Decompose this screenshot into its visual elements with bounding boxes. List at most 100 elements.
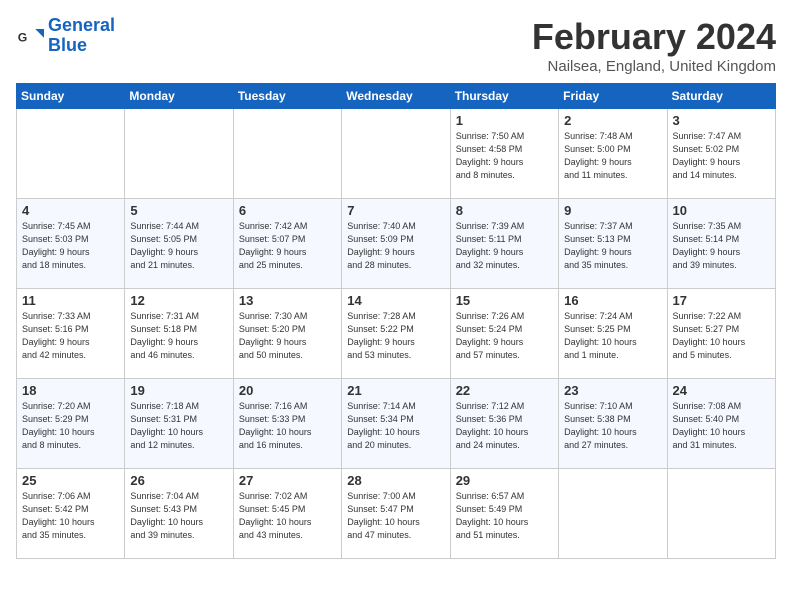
location: Nailsea, England, United Kingdom: [532, 58, 776, 75]
day-number: 27: [239, 473, 336, 488]
day-number: 3: [673, 113, 770, 128]
calendar-cell: 11Sunrise: 7:33 AM Sunset: 5:16 PM Dayli…: [17, 289, 125, 379]
day-info: Sunrise: 7:28 AM Sunset: 5:22 PM Dayligh…: [347, 310, 444, 362]
calendar-cell: 20 Sunrise: 7:16 AM Sunset: 5:33 PM Dayli…: [233, 379, 341, 469]
calendar-cell: 14 Sunrise: 7:28 AM Sunset: 5:22 PM Dayli…: [342, 289, 450, 379]
day-number: 17: [673, 293, 770, 308]
weekday-header-monday: Monday: [125, 84, 233, 109]
weekday-header-sunday: Sunday: [17, 84, 125, 109]
calendar-cell: 7 Sunrise: 7:40 AM Sunset: 5:09 PM Daylig…: [342, 199, 450, 289]
weekday-header-tuesday: Tuesday: [233, 84, 341, 109]
calendar-cell: [667, 469, 775, 559]
calendar-week-row: 18 Sunrise: 7:20 AM Sunset: 5:29 PM Dayli…: [17, 379, 776, 469]
day-info: Sunrise: 7:24 AM Sunset: 5:25 PM Dayligh…: [564, 310, 661, 362]
calendar-cell: 27 Sunrise: 7:02 AM Sunset: 5:45 PM Dayli…: [233, 469, 341, 559]
day-info: Sunrise: 7:31 AM Sunset: 5:18 PM Dayligh…: [130, 310, 227, 362]
day-number: 14: [347, 293, 444, 308]
day-number: 8: [456, 203, 553, 218]
day-info: Sunrise: 7:48 AM Sunset: 5:00 PM Dayligh…: [564, 130, 661, 182]
calendar-cell: 24Sunrise: 7:08 AM Sunset: 5:40 PM Dayli…: [667, 379, 775, 469]
calendar-cell: 5 Sunrise: 7:44 AM Sunset: 5:05 PM Daylig…: [125, 199, 233, 289]
day-number: 12: [130, 293, 227, 308]
calendar-cell: 12 Sunrise: 7:31 AM Sunset: 5:18 PM Dayli…: [125, 289, 233, 379]
weekday-header-thursday: Thursday: [450, 84, 558, 109]
calendar-cell: 21 Sunrise: 7:14 AM Sunset: 5:34 PM Dayli…: [342, 379, 450, 469]
calendar-cell: 4 Sunrise: 7:45 AM Sunset: 5:03 PM Daylig…: [17, 199, 125, 289]
calendar-cell: 8 Sunrise: 7:39 AM Sunset: 5:11 PM Daylig…: [450, 199, 558, 289]
logo-line1: General: [48, 15, 115, 35]
day-number: 25: [22, 473, 119, 488]
day-info: Sunrise: 7:39 AM Sunset: 5:11 PM Dayligh…: [456, 220, 553, 272]
weekday-header-saturday: Saturday: [667, 84, 775, 109]
day-number: 16: [564, 293, 661, 308]
calendar-cell: 18 Sunrise: 7:20 AM Sunset: 5:29 PM Dayli…: [17, 379, 125, 469]
calendar-cell: [17, 109, 125, 199]
page-header: G General Blue February 2024 Nailsea, En…: [16, 16, 776, 75]
day-number: 15: [456, 293, 553, 308]
calendar-cell: [125, 109, 233, 199]
day-info: Sunrise: 7:37 AM Sunset: 5:13 PM Dayligh…: [564, 220, 661, 272]
day-info: Sunrise: 7:42 AM Sunset: 5:07 PM Dayligh…: [239, 220, 336, 272]
day-info: Sunrise: 7:20 AM Sunset: 5:29 PM Dayligh…: [22, 400, 119, 452]
day-info: Sunrise: 7:18 AM Sunset: 5:31 PM Dayligh…: [130, 400, 227, 452]
calendar-cell: 25 Sunrise: 7:06 AM Sunset: 5:42 PM Dayli…: [17, 469, 125, 559]
day-number: 21: [347, 383, 444, 398]
calendar-cell: [233, 109, 341, 199]
calendar-week-row: 25 Sunrise: 7:06 AM Sunset: 5:42 PM Dayli…: [17, 469, 776, 559]
day-number: 19: [130, 383, 227, 398]
calendar-cell: 28Sunrise: 7:00 AM Sunset: 5:47 PM Dayli…: [342, 469, 450, 559]
day-number: 7: [347, 203, 444, 218]
day-number: 5: [130, 203, 227, 218]
day-info: Sunrise: 7:26 AM Sunset: 5:24 PM Dayligh…: [456, 310, 553, 362]
calendar-cell: 1 Sunrise: 7:50 AM Sunset: 4:58 PM Daylig…: [450, 109, 558, 199]
day-info: Sunrise: 7:14 AM Sunset: 5:34 PM Dayligh…: [347, 400, 444, 452]
day-info: Sunrise: 7:06 AM Sunset: 5:42 PM Dayligh…: [22, 490, 119, 542]
calendar-cell: 26 Sunrise: 7:04 AM Sunset: 5:43 PM Dayli…: [125, 469, 233, 559]
day-info: Sunrise: 7:22 AM Sunset: 5:27 PM Dayligh…: [673, 310, 770, 362]
logo-line2: Blue: [48, 36, 115, 56]
day-number: 2: [564, 113, 661, 128]
day-number: 18: [22, 383, 119, 398]
calendar-cell: 9Sunrise: 7:37 AM Sunset: 5:13 PM Daylig…: [559, 199, 667, 289]
day-number: 6: [239, 203, 336, 218]
day-number: 1: [456, 113, 553, 128]
day-info: Sunrise: 7:40 AM Sunset: 5:09 PM Dayligh…: [347, 220, 444, 272]
calendar-week-row: 1 Sunrise: 7:50 AM Sunset: 4:58 PM Daylig…: [17, 109, 776, 199]
calendar-cell: 6 Sunrise: 7:42 AM Sunset: 5:07 PM Daylig…: [233, 199, 341, 289]
svg-text:G: G: [18, 30, 28, 44]
month-title: February 2024: [532, 16, 776, 58]
calendar-cell: 15 Sunrise: 7:26 AM Sunset: 5:24 PM Dayli…: [450, 289, 558, 379]
day-info: Sunrise: 7:44 AM Sunset: 5:05 PM Dayligh…: [130, 220, 227, 272]
day-info: Sunrise: 7:12 AM Sunset: 5:36 PM Dayligh…: [456, 400, 553, 452]
calendar-week-row: 4 Sunrise: 7:45 AM Sunset: 5:03 PM Daylig…: [17, 199, 776, 289]
day-info: Sunrise: 7:02 AM Sunset: 5:45 PM Dayligh…: [239, 490, 336, 542]
calendar-cell: 10Sunrise: 7:35 AM Sunset: 5:14 PM Dayli…: [667, 199, 775, 289]
calendar-table: SundayMondayTuesdayWednesdayThursdayFrid…: [16, 83, 776, 559]
day-info: Sunrise: 7:16 AM Sunset: 5:33 PM Dayligh…: [239, 400, 336, 452]
day-number: 13: [239, 293, 336, 308]
day-info: Sunrise: 7:30 AM Sunset: 5:20 PM Dayligh…: [239, 310, 336, 362]
calendar-cell: [342, 109, 450, 199]
calendar-cell: [559, 469, 667, 559]
day-number: 11: [22, 293, 119, 308]
day-number: 29: [456, 473, 553, 488]
calendar-cell: 17 Sunrise: 7:22 AM Sunset: 5:27 PM Dayli…: [667, 289, 775, 379]
calendar-cell: 3 Sunrise: 7:47 AM Sunset: 5:02 PM Daylig…: [667, 109, 775, 199]
calendar-cell: 19 Sunrise: 7:18 AM Sunset: 5:31 PM Dayli…: [125, 379, 233, 469]
weekday-header-row: SundayMondayTuesdayWednesdayThursdayFrid…: [17, 84, 776, 109]
day-info: Sunrise: 7:47 AM Sunset: 5:02 PM Dayligh…: [673, 130, 770, 182]
day-number: 22: [456, 383, 553, 398]
weekday-header-friday: Friday: [559, 84, 667, 109]
day-info: Sunrise: 7:45 AM Sunset: 5:03 PM Dayligh…: [22, 220, 119, 272]
calendar-cell: 22 Sunrise: 7:12 AM Sunset: 5:36 PM Dayli…: [450, 379, 558, 469]
calendar-cell: 13 Sunrise: 7:30 AM Sunset: 5:20 PM Dayli…: [233, 289, 341, 379]
day-number: 24: [673, 383, 770, 398]
day-number: 26: [130, 473, 227, 488]
calendar-week-row: 11Sunrise: 7:33 AM Sunset: 5:16 PM Dayli…: [17, 289, 776, 379]
day-info: Sunrise: 7:04 AM Sunset: 5:43 PM Dayligh…: [130, 490, 227, 542]
day-number: 28: [347, 473, 444, 488]
day-number: 4: [22, 203, 119, 218]
day-info: Sunrise: 7:10 AM Sunset: 5:38 PM Dayligh…: [564, 400, 661, 452]
day-number: 20: [239, 383, 336, 398]
day-info: Sunrise: 7:50 AM Sunset: 4:58 PM Dayligh…: [456, 130, 553, 182]
